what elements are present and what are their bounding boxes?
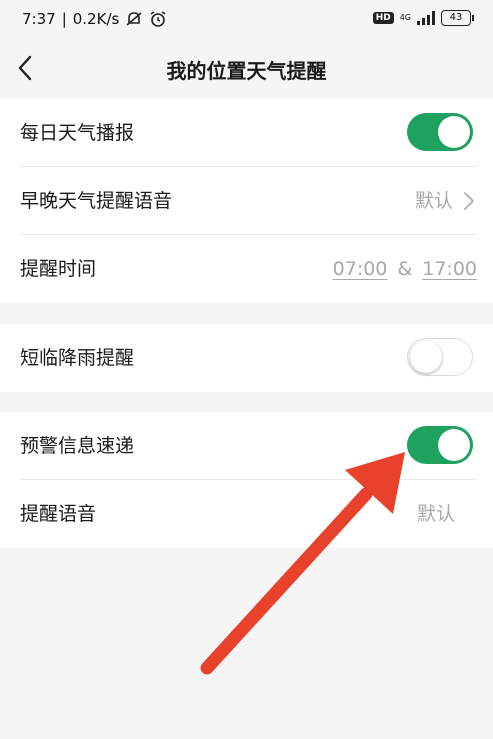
annotation-arrow-icon [200, 452, 405, 675]
